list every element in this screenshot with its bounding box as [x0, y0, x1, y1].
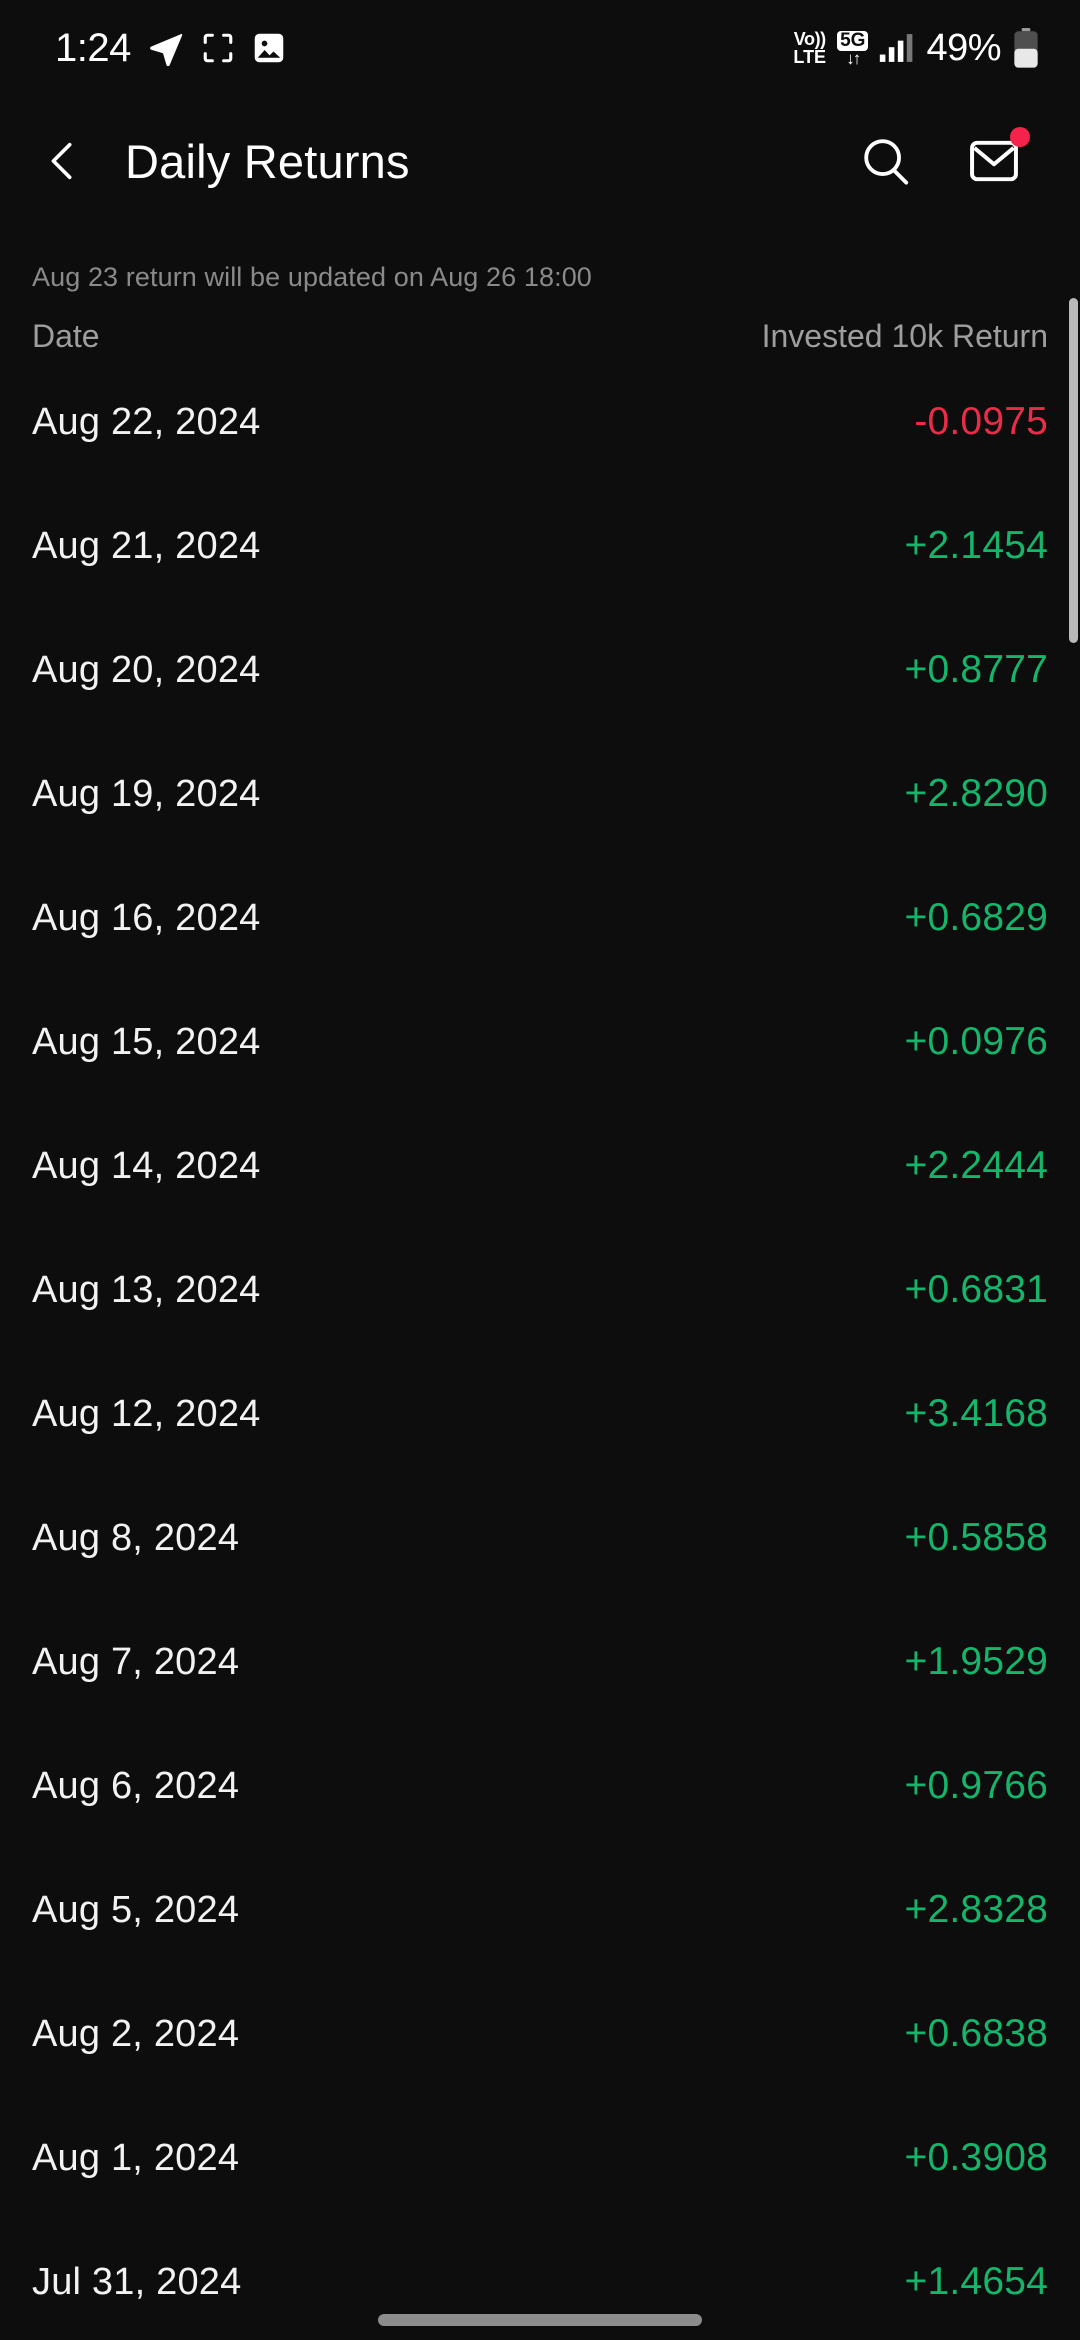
row-date: Aug 16, 2024: [32, 896, 261, 940]
screenshot-frame-icon: [201, 31, 235, 65]
volte-icon: Vo)) LTE: [793, 30, 826, 66]
row-return-value: +0.8777: [905, 648, 1048, 692]
status-bar: 1:24 Vo)) LTE: [0, 0, 1080, 96]
vertical-scrollbar[interactable]: [1069, 298, 1078, 643]
table-row[interactable]: Aug 16, 2024 +0.6829: [0, 896, 1080, 1020]
row-return-value: +2.1454: [905, 524, 1048, 568]
header-actions: [848, 123, 1032, 199]
status-clock: 1:24: [55, 28, 131, 68]
image-icon: [251, 30, 287, 66]
row-return-value: +0.5858: [905, 1516, 1048, 1560]
row-return-value: +2.8290: [905, 772, 1048, 816]
row-return-value: +0.6829: [905, 896, 1048, 940]
row-return-value: +0.6831: [905, 1268, 1048, 1312]
row-date: Aug 19, 2024: [32, 772, 261, 816]
table-row[interactable]: Aug 1, 2024 +0.3908: [0, 2136, 1080, 2260]
search-icon: [859, 134, 913, 188]
row-date: Aug 12, 2024: [32, 1392, 261, 1436]
volte-line-1: Vo)): [794, 30, 826, 48]
update-notice: Aug 23 return will be updated on Aug 26 …: [32, 262, 592, 293]
unread-badge-dot: [1010, 127, 1030, 147]
daily-returns-list[interactable]: Aug 22, 2024-0.0975Aug 21, 2024+2.1454Au…: [0, 400, 1080, 2340]
column-header-return: Invested 10k Return: [762, 318, 1048, 355]
row-date: Aug 7, 2024: [32, 1640, 239, 1684]
data-transfer-arrows-icon: ↓↑: [846, 51, 859, 66]
row-return-value: +2.2444: [905, 1144, 1048, 1188]
row-return-value: +1.9529: [905, 1640, 1048, 1684]
column-header-date: Date: [32, 318, 100, 355]
table-row[interactable]: Aug 12, 2024 +3.4168: [0, 1392, 1080, 1516]
table-row[interactable]: Aug 22, 2024 -0.0975: [0, 400, 1080, 524]
table-row[interactable]: Aug 8, 2024 +0.5858: [0, 1516, 1080, 1640]
status-bar-left: 1:24: [55, 28, 287, 68]
row-return-value: -0.0975: [914, 400, 1048, 444]
mail-button[interactable]: [956, 123, 1032, 199]
battery-percent-label: 49%: [926, 27, 1001, 70]
row-date: Aug 13, 2024: [32, 1268, 261, 1312]
search-button[interactable]: [848, 123, 924, 199]
row-date: Aug 6, 2024: [32, 1764, 239, 1808]
battery-icon: [1012, 28, 1040, 68]
row-date: Jul 31, 2024: [32, 2260, 241, 2304]
row-return-value: +0.0976: [905, 1020, 1048, 1064]
volte-line-2: LTE: [793, 48, 826, 66]
row-return-value: +0.9766: [905, 1764, 1048, 1808]
status-bar-right: Vo)) LTE 5G ↓↑ 49%: [793, 27, 1040, 70]
row-return-value: +0.3908: [905, 2136, 1048, 2180]
table-row[interactable]: Aug 13, 2024 +0.6831: [0, 1268, 1080, 1392]
signal-bars-icon: [879, 32, 915, 64]
navigation-arrow-icon: [147, 29, 185, 67]
table-row[interactable]: Aug 5, 2024 +2.8328: [0, 1888, 1080, 2012]
row-date: Aug 20, 2024: [32, 648, 261, 692]
row-return-value: +2.8328: [905, 1888, 1048, 1932]
row-date: Aug 21, 2024: [32, 524, 261, 568]
table-row[interactable]: Aug 14, 2024 +2.2444: [0, 1144, 1080, 1268]
row-return-value: +0.6838: [905, 2012, 1048, 2056]
chevron-left-icon: [40, 138, 86, 184]
page-title: Daily Returns: [125, 134, 410, 189]
row-date: Aug 14, 2024: [32, 1144, 261, 1188]
table-row[interactable]: Aug 15, 2024 +0.0976: [0, 1020, 1080, 1144]
5g-label: 5G: [837, 31, 868, 51]
row-return-value: +1.4654: [905, 2260, 1048, 2304]
table-row[interactable]: Aug 19, 2024 +2.8290: [0, 772, 1080, 896]
table-column-headers: Date Invested 10k Return: [0, 318, 1080, 355]
table-row[interactable]: Aug 2, 2024 +0.6838: [0, 2012, 1080, 2136]
row-date: Aug 8, 2024: [32, 1516, 239, 1560]
row-date: Aug 22, 2024: [32, 400, 261, 444]
table-row[interactable]: Aug 21, 2024 +2.1454: [0, 524, 1080, 648]
app-header: Daily Returns: [0, 96, 1080, 226]
home-indicator[interactable]: [378, 2314, 702, 2326]
row-return-value: +3.4168: [905, 1392, 1048, 1436]
5g-network-icon: 5G ↓↑: [837, 31, 868, 66]
row-date: Aug 15, 2024: [32, 1020, 261, 1064]
row-date: Aug 1, 2024: [32, 2136, 239, 2180]
back-button[interactable]: [18, 116, 108, 206]
table-row[interactable]: Aug 20, 2024 +0.8777: [0, 648, 1080, 772]
row-date: Aug 2, 2024: [32, 2012, 239, 2056]
table-row[interactable]: Aug 6, 2024 +0.9766: [0, 1764, 1080, 1888]
row-date: Aug 5, 2024: [32, 1888, 239, 1932]
table-row[interactable]: Aug 7, 2024 +1.9529: [0, 1640, 1080, 1764]
